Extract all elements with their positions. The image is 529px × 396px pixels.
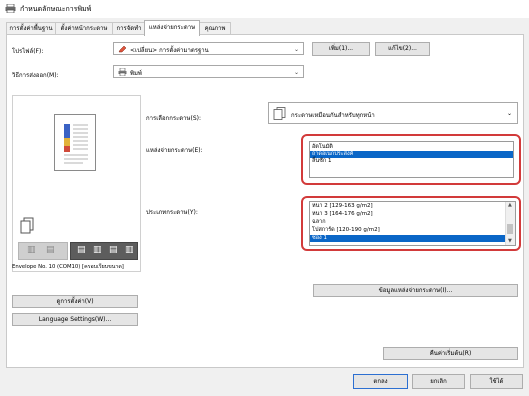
- window-title: กำหนดลักษณะการพิมพ์: [20, 5, 92, 13]
- edit-profile-button[interactable]: แก้ไข(2)...: [375, 42, 430, 56]
- add-profile-button[interactable]: เพิ่ม(1)...: [312, 42, 370, 56]
- paper-type-item[interactable]: หนา 3 [164-176 g/m2]: [310, 211, 507, 218]
- layout-buttons-disabled: ▥ ▤: [18, 242, 68, 260]
- duplex-icon: ▥: [93, 245, 102, 255]
- paper-size-caption: Envelope No. 10 (COM10) [ครอบเรียบขนาด]: [12, 264, 124, 270]
- layout-icon: ▤: [46, 245, 55, 255]
- paper-type-item[interactable]: โปสการ์ด [120-190 g/m2]: [310, 227, 507, 234]
- paper-selection-label: การเลือกกระดาษ(S):: [146, 115, 201, 122]
- paper-source-list[interactable]: อัตโนมัติ ถาดอเนกประสงค์ ลิ้นชัก 1: [309, 141, 514, 178]
- paper-source-item[interactable]: ลิ้นชัก 1: [310, 158, 513, 165]
- apply-button[interactable]: ใช้ได้: [470, 374, 523, 389]
- paper-selection-value: กระดาษเหมือนกันสำหรับทุกหน้า: [291, 112, 375, 119]
- profile-value: <เปลี่ยน> การตั้งค่ามาตรฐาน: [130, 47, 209, 54]
- paper-source-label: แหล่งจ่ายกระดาษ(E):: [146, 147, 203, 154]
- chevron-down-icon: ⌄: [293, 69, 299, 76]
- paper-type-scrollbar[interactable]: ▲ ▼: [505, 202, 515, 245]
- output-method-label: วิธีการส่งออก(M):: [12, 72, 59, 79]
- output-method-select[interactable]: พิมพ์ ⌄: [113, 65, 304, 78]
- layout-icon: ▥: [27, 245, 36, 255]
- paper-selection-select[interactable]: กระดาษเหมือนกันสำหรับทุกหน้า ⌄: [268, 102, 518, 124]
- cancel-button[interactable]: ยกเลิก: [412, 374, 465, 389]
- language-settings-button[interactable]: Language Settings(W)...: [12, 313, 138, 326]
- chevron-down-icon: ⌄: [506, 110, 512, 117]
- pages-icon: [273, 107, 287, 122]
- ok-button[interactable]: ตกลง: [353, 374, 408, 389]
- duplex-icon: ▥: [125, 245, 134, 255]
- tab-paper-source[interactable]: แหล่งจ่ายกระดาษ: [144, 20, 200, 36]
- paper-source-info-button[interactable]: ข้อมูลแหล่งจ่ายกระดาษ(I)...: [313, 284, 518, 297]
- printer-icon: [5, 3, 16, 14]
- duplex-icon: ▤: [109, 245, 118, 255]
- paper-type-list[interactable]: หนา 2 [129-163 g/m2] หนา 3 [164-176 g/m2…: [309, 201, 516, 246]
- paper-type-item[interactable]: หนา 2 [129-163 g/m2]: [310, 203, 507, 210]
- paper-source-item-selected[interactable]: ถาดอเนกประสงค์: [310, 151, 513, 158]
- page-preview: [54, 114, 96, 171]
- restore-defaults-button[interactable]: คืนค่าเริ่มต้น(R): [383, 347, 518, 360]
- paper-type-item-selected[interactable]: ซอง 1: [310, 235, 507, 242]
- paper-source-item[interactable]: อัตโนมัติ: [310, 144, 513, 151]
- scroll-down-icon[interactable]: ▼: [508, 238, 512, 244]
- chevron-down-icon: ⌄: [293, 46, 299, 53]
- scrollbar-thumb[interactable]: [507, 224, 513, 234]
- profile-label: โปรไฟล์(F):: [12, 48, 44, 55]
- output-method-value: พิมพ์: [130, 70, 142, 77]
- duplex-icon: ▤: [77, 245, 86, 255]
- copies-icon: [19, 217, 35, 237]
- pencil-icon: [118, 45, 127, 55]
- profile-select[interactable]: <เปลี่ยน> การตั้งค่ามาตรฐาน ⌄: [113, 42, 304, 55]
- view-settings-button[interactable]: ดูการตั้งค่า(V): [12, 295, 138, 308]
- paper-type-item[interactable]: ฉลาก: [310, 219, 507, 226]
- printer-icon: [118, 67, 127, 78]
- duplex-toggle[interactable]: ▤ ▥ ▤ ▥: [70, 242, 138, 260]
- paper-type-label: ประเภทกระดาษ(Y):: [146, 209, 198, 216]
- scroll-up-icon[interactable]: ▲: [508, 202, 512, 208]
